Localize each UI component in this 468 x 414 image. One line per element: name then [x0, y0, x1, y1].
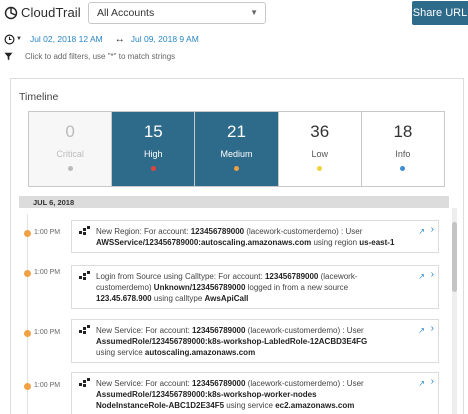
- event-card[interactable]: Login from Source using Calltype: For ac…: [71, 265, 439, 309]
- event-dot: [24, 330, 31, 337]
- event-time: 1:00 PM: [34, 229, 61, 236]
- event-line-3: 123.45.678.900 using calltype AwsApiCall: [96, 294, 249, 303]
- end-date[interactable]: Jul 09, 2018 9 AM: [131, 34, 199, 44]
- scrollbar-thumb[interactable]: [452, 222, 457, 292]
- chevron-right-icon[interactable]: ›: [431, 224, 434, 235]
- event-dot: [24, 230, 31, 237]
- account-select[interactable]: All Accounts ▼: [88, 2, 266, 24]
- scrollbar[interactable]: [452, 208, 457, 414]
- event-dot: [24, 383, 31, 390]
- filter-icon: [4, 52, 13, 60]
- severity-low[interactable]: 36 Low: [278, 112, 362, 186]
- event-time: 1:00 PM: [34, 329, 61, 336]
- timeline-title: Timeline: [19, 91, 59, 103]
- severity-count: 36: [310, 122, 330, 141]
- severity-dot: [150, 166, 156, 171]
- external-link-icon[interactable]: ↗: [418, 325, 425, 336]
- severity-critical[interactable]: 0 Critical: [29, 112, 113, 186]
- account-select-value: All Accounts: [97, 7, 155, 19]
- severity-label: Info: [395, 149, 411, 159]
- severity-count: 18: [393, 122, 413, 141]
- event-line-2: AssumedRole/123456789000:k8s-workshop-wo…: [96, 390, 317, 399]
- event-line-1: New Region: For account: 123456789000 (l…: [96, 227, 363, 236]
- timeline-panel: Timeline 0 Critical 15 High 21 Medium 36…: [10, 78, 464, 414]
- chevron-right-icon[interactable]: ›: [431, 376, 434, 387]
- external-link-icon[interactable]: ↗: [418, 271, 425, 282]
- time-range: ▼ Jul 02, 2018 12 AM ↔ Jul 09, 2018 9 AM: [4, 32, 199, 46]
- severity-count: 21: [227, 122, 246, 141]
- filter-hint: Click to add filters, use "*" to match s…: [25, 51, 176, 61]
- event-time: 1:00 PM: [34, 269, 61, 276]
- share-url-button[interactable]: Share URL: [412, 1, 468, 25]
- event-card[interactable]: New Region: For account: 123456789000 (l…: [71, 220, 439, 253]
- event-type-icon: [79, 271, 90, 280]
- cloud-icon: [4, 6, 18, 19]
- severity-label: Medium: [220, 149, 253, 159]
- severity-dot: [234, 166, 239, 171]
- event-line-2: customerdemo) Unknown/123456789000 logge…: [96, 283, 349, 292]
- severity-count: 0: [65, 122, 75, 141]
- event-line-2: AssumedRole/123456789000:k8s-workshop-La…: [96, 337, 368, 346]
- severity-dot: [67, 166, 73, 171]
- severity-high[interactable]: 15 High: [112, 112, 196, 186]
- clock-icon[interactable]: ▼: [4, 33, 22, 45]
- severity-label: Critical: [56, 149, 84, 159]
- event-card[interactable]: New Service: For account: 123456789000 (…: [71, 372, 439, 414]
- event-type-icon: [79, 378, 90, 387]
- event-line-3: using service autoscaling.amazonaws.com: [96, 348, 256, 357]
- severity-count: 15: [143, 122, 163, 141]
- external-link-icon[interactable]: ↗: [418, 378, 425, 389]
- chevron-down-icon: ▼: [16, 36, 22, 42]
- event-card[interactable]: New Service: For account: 123456789000 (…: [71, 319, 439, 363]
- filter-bar[interactable]: Click to add filters, use "*" to match s…: [4, 50, 175, 62]
- event-line-1: Login from Source using Calltype: For ac…: [96, 272, 358, 281]
- event-line-2: AWSService/123456789000:autoscaling.amaz…: [96, 238, 395, 247]
- severity-dot: [317, 166, 323, 171]
- chevron-right-icon[interactable]: ›: [431, 269, 434, 280]
- event-line-3: NodeInstanceRole-ABC1D2E34F5 using servi…: [96, 401, 355, 410]
- event-line-1: New Service: For account: 123456789000 (…: [96, 379, 364, 388]
- app-title: CloudTrail: [21, 5, 81, 20]
- severity-label: High: [144, 149, 163, 159]
- top-bar: CloudTrail All Accounts ▼ Share URL: [0, 0, 468, 28]
- severity-summary: 0 Critical 15 High 21 Medium 36 Low 18 I…: [28, 111, 445, 187]
- external-link-icon[interactable]: ↗: [418, 226, 425, 237]
- chevron-right-icon[interactable]: ›: [431, 323, 434, 334]
- event-dot: [24, 270, 31, 277]
- event-type-icon: [79, 226, 90, 235]
- severity-info[interactable]: 18 Info: [361, 112, 445, 186]
- events-list: JUL 6, 2018 1:00 PM New Region: For acco…: [19, 196, 457, 414]
- event-time: 1:00 PM: [34, 382, 61, 389]
- severity-dot: [400, 166, 406, 171]
- event-line-1: New Service: For account: 123456789000 (…: [96, 326, 364, 335]
- date-header: JUL 6, 2018: [19, 196, 449, 208]
- chevron-down-icon: ▼: [250, 8, 258, 17]
- start-date[interactable]: Jul 02, 2018 12 AM: [30, 34, 103, 44]
- severity-label: Low: [311, 149, 328, 159]
- event-type-icon: [79, 325, 90, 334]
- app-logo: CloudTrail: [4, 5, 81, 20]
- severity-medium[interactable]: 21 Medium: [195, 112, 279, 186]
- range-arrow-icon: ↔: [114, 33, 125, 45]
